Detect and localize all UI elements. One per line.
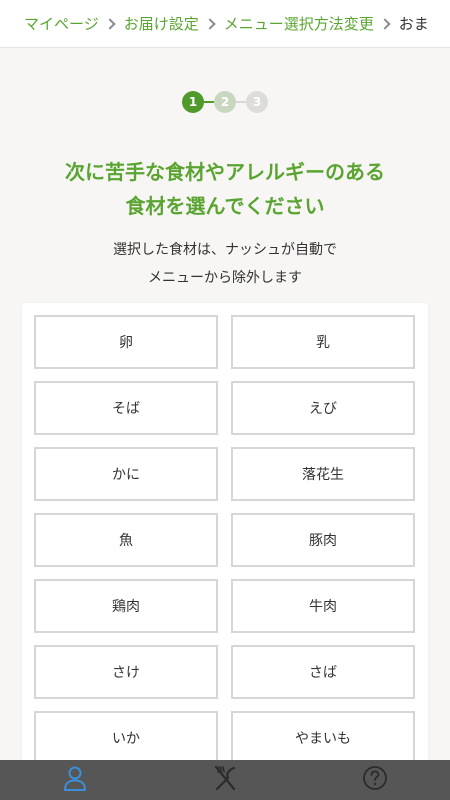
nav-help[interactable]	[300, 760, 450, 800]
ingredient-option-milk[interactable]: 乳	[231, 315, 415, 369]
nav-menu[interactable]	[150, 760, 300, 800]
ingredient-option-fish[interactable]: 魚	[34, 513, 218, 567]
description-line-1: 選択した食材は、ナッシュが自動で	[113, 242, 337, 258]
ingredient-selection-card: 卵 乳 そば えび かに 落花生 魚 豚肉 鶏肉 牛肉 さけ さば いか やまい…	[22, 303, 428, 773]
ingredient-option-squid[interactable]: いか	[34, 711, 218, 765]
breadcrumb: マイページ お届け設定 メニュー選択方法変更 おま	[0, 0, 450, 48]
step-connector	[236, 101, 246, 103]
chevron-right-icon	[104, 17, 116, 30]
heading-line-2: 食材を選んでください	[125, 194, 325, 218]
breadcrumb-delivery-settings-link[interactable]: お届け設定	[124, 13, 199, 34]
page-description: 選択した食材は、ナッシュが自動で メニューから除外します	[0, 236, 450, 292]
step-connector	[204, 101, 214, 103]
ingredient-grid: 卵 乳 そば えび かに 落花生 魚 豚肉 鶏肉 牛肉 さけ さば いか やまい…	[34, 315, 416, 765]
ingredient-option-crab[interactable]: かに	[34, 447, 218, 501]
ingredient-option-egg[interactable]: 卵	[34, 315, 218, 369]
breadcrumb-current: おま	[398, 15, 429, 33]
description-line-2: メニューから除外します	[148, 270, 302, 286]
ingredient-option-chicken[interactable]: 鶏肉	[34, 579, 218, 633]
ingredient-option-pork[interactable]: 豚肉	[231, 513, 415, 567]
utensils-icon	[212, 765, 238, 795]
bottom-nav	[0, 760, 450, 800]
step-3: 3	[246, 91, 268, 113]
step-1: 1	[182, 91, 204, 113]
user-icon	[62, 765, 88, 795]
ingredient-option-mackerel[interactable]: さば	[231, 645, 415, 699]
ingredient-option-shrimp[interactable]: えび	[231, 381, 415, 435]
ingredient-option-buckwheat[interactable]: そば	[34, 381, 218, 435]
breadcrumb-menu-method-link[interactable]: メニュー選択方法変更	[224, 13, 374, 34]
step-2: 2	[214, 91, 236, 113]
step-indicator: 1 2 3	[0, 91, 450, 113]
ingredient-option-yam[interactable]: やまいも	[231, 711, 415, 765]
breadcrumb-mypage-link[interactable]: マイページ	[24, 13, 99, 34]
help-icon	[362, 765, 388, 795]
nav-mypage[interactable]	[0, 760, 150, 800]
page-heading: 次に苦手な食材やアレルギーのある 食材を選んでください	[0, 155, 450, 223]
ingredient-option-peanut[interactable]: 落花生	[231, 447, 415, 501]
chevron-right-icon	[204, 17, 216, 30]
ingredient-option-beef[interactable]: 牛肉	[231, 579, 415, 633]
heading-line-1: 次に苦手な食材やアレルギーのある	[65, 160, 385, 184]
ingredient-option-salmon[interactable]: さけ	[34, 645, 218, 699]
chevron-right-icon	[379, 17, 391, 30]
